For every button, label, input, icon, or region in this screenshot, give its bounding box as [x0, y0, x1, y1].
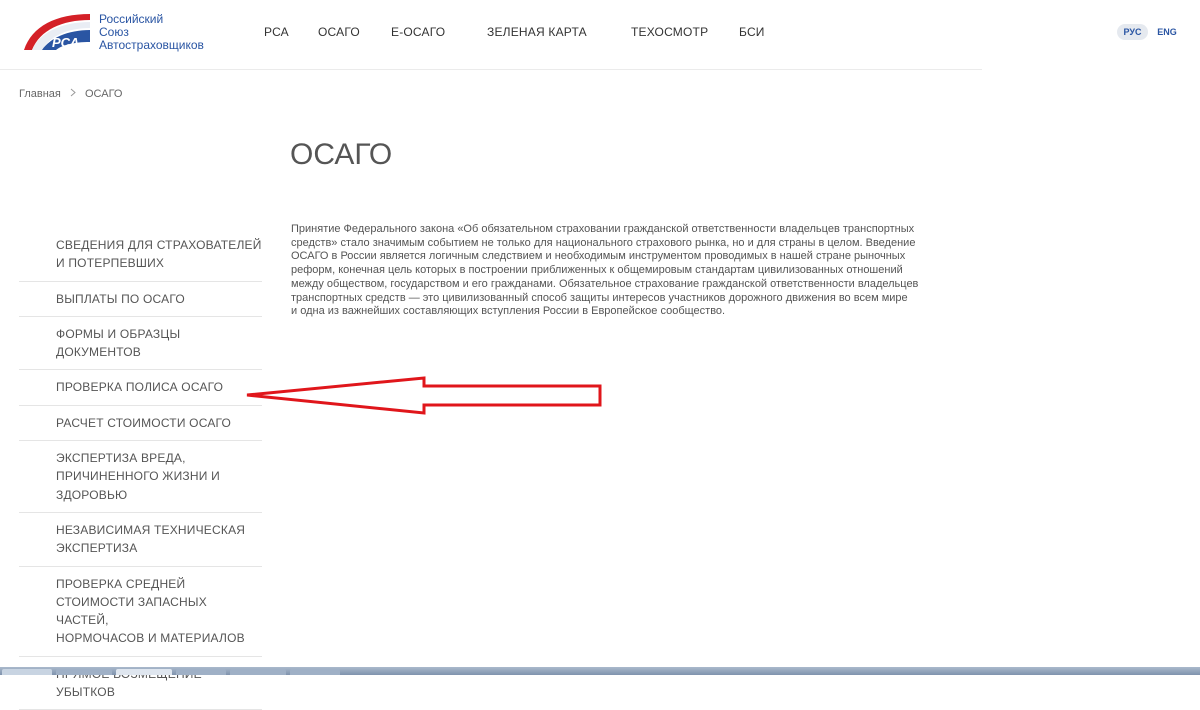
intro-line: средств» стало значимым событием не толь…: [291, 236, 916, 249]
nav-bsi[interactable]: БСИ: [739, 25, 765, 39]
intro-line: Принятие Федерального закона «Об обязате…: [291, 223, 915, 235]
sidebar-item-forms[interactable]: Формы и образцы документов: [19, 317, 262, 371]
sidebar-item-harm-expertise[interactable]: Экспертиза вреда, причиненного жизни и здо…: [19, 441, 262, 513]
rsa-logo[interactable]: РСА Российский Союз Автостраховщиков: [22, 12, 222, 56]
intro-line: реформ, конечная цель которых в построен…: [291, 264, 903, 277]
intro-paragraph: Принятие Федерального закона «Об обязате…: [291, 223, 991, 319]
taskbar-app-button[interactable]: [56, 669, 112, 675]
sidebar-item-info-for-insured[interactable]: Сведения для страхователей и потерпевших: [19, 228, 262, 282]
header-divider: [0, 69, 982, 70]
taskbar-app-button[interactable]: [290, 669, 340, 675]
breadcrumb-home[interactable]: Главная: [19, 88, 61, 100]
nav-techinspection[interactable]: ТЕХОСМОТР: [631, 25, 708, 39]
chevron-right-icon: [70, 88, 76, 100]
nav-rsa[interactable]: РСА: [264, 25, 289, 39]
sidebar-item-policy-check[interactable]: Проверка полиса ОСАГО: [19, 370, 262, 406]
intro-line: транспортных средств — это цивилизованны…: [291, 291, 908, 304]
taskbar-app-button[interactable]: [176, 669, 226, 675]
taskbar-app-button[interactable]: [116, 669, 172, 675]
intro-line: и одна из важнейших составляющих вступле…: [291, 305, 726, 318]
sidebar-menu: Сведения для страхователей и потерпевших …: [19, 228, 262, 710]
breadcrumb: Главная ОСАГО: [19, 88, 123, 100]
page-title: ОСАГО: [290, 138, 393, 171]
sidebar-item-technical-expertise[interactable]: Независимая техническая экспертиза: [19, 513, 262, 567]
sidebar-item-cost-calculation[interactable]: Расчет стоимости ОСАГО: [19, 406, 262, 442]
logo-line: Автостраховщиков: [99, 38, 204, 52]
logo-mark-text: РСА: [52, 35, 79, 50]
logo-wordmark: Российский Союз Автостраховщиков: [99, 13, 204, 52]
intro-line: между обществом, государством и его граж…: [291, 277, 919, 290]
taskbar-app-button[interactable]: [230, 669, 286, 675]
language-ru-button[interactable]: РУС: [1117, 24, 1148, 40]
sidebar-item-parts-cost-check[interactable]: Проверка средней стоимости запасных часте…: [19, 567, 262, 657]
breadcrumb-current: ОСАГО: [85, 88, 123, 100]
language-en-button[interactable]: ENG: [1155, 24, 1179, 40]
sidebar-item-payments[interactable]: Выплаты по ОСАГО: [19, 282, 262, 317]
taskbar-start-button[interactable]: [2, 669, 52, 675]
nav-e-osago[interactable]: Е-ОСАГО: [391, 25, 445, 39]
rsa-logo-mark: РСА: [24, 14, 90, 50]
nav-osago[interactable]: ОСАГО: [318, 25, 360, 39]
nav-green-card[interactable]: ЗЕЛЕНАЯ КАРТА: [487, 25, 587, 39]
intro-line: ОСАГО в России является логичным следств…: [291, 250, 906, 263]
sidebar-item-direct-compensation[interactable]: Прямое возмещение убытков: [19, 657, 262, 710]
